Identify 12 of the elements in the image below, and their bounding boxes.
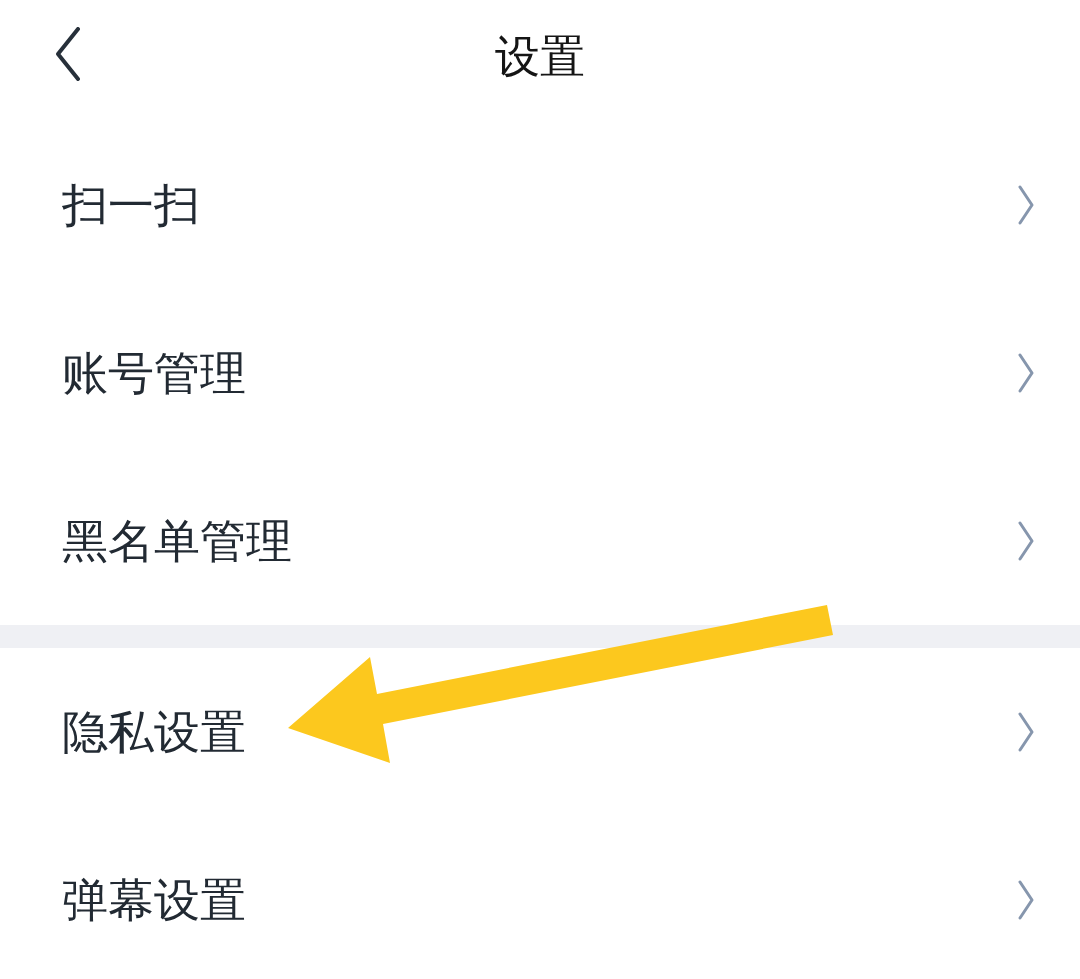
- chevron-right-icon: [1018, 880, 1034, 920]
- chevron-right-icon: [1018, 185, 1034, 225]
- back-chevron-icon: [54, 27, 82, 83]
- chevron-right-icon: [1018, 521, 1034, 561]
- row-label: 账号管理: [62, 350, 246, 396]
- chevron-right-icon: [1018, 353, 1034, 393]
- page-title: 设置: [495, 29, 585, 79]
- row-label: 扫一扫: [62, 182, 200, 228]
- row-label: 隐私设置: [62, 709, 246, 755]
- row-label: 弹幕设置: [62, 877, 246, 923]
- chevron-right-icon: [1018, 712, 1034, 752]
- row-label: 黑名单管理: [62, 518, 292, 564]
